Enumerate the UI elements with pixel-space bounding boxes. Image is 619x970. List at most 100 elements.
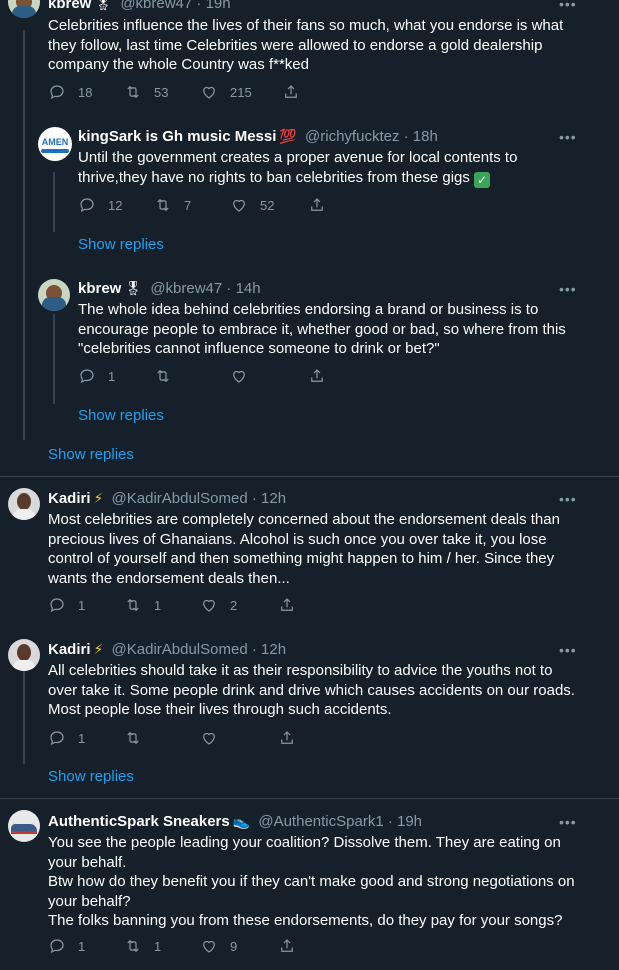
tweet-header: Kadiri ⚡ @KadirAbdulSomed · 12h: [48, 639, 286, 660]
reply-count: 1: [78, 938, 86, 954]
avatar[interactable]: AMEN: [38, 127, 72, 161]
share-button[interactable]: [278, 937, 296, 955]
like-button[interactable]: 52: [230, 196, 308, 214]
tweet-text-line: The folks banning you from these endorse…: [48, 912, 563, 929]
avatar[interactable]: [8, 0, 40, 18]
retweet-button[interactable]: [124, 729, 200, 747]
reply-button[interactable]: 1: [78, 367, 154, 385]
retweet-button[interactable]: 53: [124, 83, 200, 101]
reply-icon: [48, 729, 66, 747]
author-handle[interactable]: @KadirAbdulSomed: [112, 641, 248, 658]
reply-button[interactable]: 12: [78, 196, 154, 214]
tweet-actions: 18 53 215: [48, 83, 300, 101]
share-icon: [308, 196, 326, 214]
author-name[interactable]: kingSark is Gh music Messi: [78, 128, 276, 145]
like-count: 215: [230, 84, 252, 100]
author-name[interactable]: Kadiri: [48, 641, 91, 658]
show-replies-link[interactable]: Show replies: [78, 236, 164, 253]
like-count: 2: [230, 597, 238, 613]
like-button[interactable]: 215: [200, 83, 282, 101]
share-button[interactable]: [278, 596, 296, 614]
like-button[interactable]: [230, 367, 308, 385]
tweet-text: The whole idea behind celebrities endors…: [78, 301, 566, 357]
show-replies-link[interactable]: Show replies: [48, 446, 134, 463]
more-options-icon[interactable]: •••: [559, 814, 577, 830]
reply-icon: [48, 83, 66, 101]
check-mark-icon: ✓: [474, 171, 491, 188]
heart-icon: [200, 729, 218, 747]
author-name[interactable]: kbrew: [78, 280, 121, 297]
dot-separator: ·: [251, 490, 257, 507]
share-button[interactable]: [308, 367, 326, 385]
retweet-count: 1: [154, 938, 162, 954]
avatar[interactable]: [8, 810, 40, 842]
tweet-time[interactable]: 12h: [261, 490, 286, 507]
reply-button[interactable]: 1: [48, 729, 124, 747]
author-handle[interactable]: @kbrew47: [120, 0, 192, 12]
reply-button[interactable]: 1: [48, 596, 124, 614]
show-replies-link[interactable]: Show replies: [78, 407, 164, 424]
reply-count: 12: [108, 197, 123, 213]
tweet-time[interactable]: 19h: [206, 0, 231, 12]
reply-icon: [48, 937, 66, 955]
dot-separator: ·: [387, 813, 393, 830]
author-handle[interactable]: @kbrew47: [150, 280, 222, 297]
avatar[interactable]: [8, 639, 40, 671]
share-icon: [278, 729, 296, 747]
tweet-time[interactable]: 14h: [236, 280, 261, 297]
tweet-time[interactable]: 12h: [261, 641, 286, 658]
retweet-button[interactable]: 7: [154, 196, 230, 214]
tweet-actions: 1: [48, 729, 296, 747]
share-button[interactable]: [308, 196, 326, 214]
more-options-icon[interactable]: •••: [559, 129, 577, 145]
heart-icon: [230, 196, 248, 214]
share-button[interactable]: [278, 729, 296, 747]
retweet-button[interactable]: [154, 367, 230, 385]
avatar[interactable]: [38, 279, 70, 311]
retweet-icon: [124, 83, 142, 101]
like-button[interactable]: 9: [200, 937, 278, 955]
tweet-text-wrap: Until the government creates a proper av…: [78, 148, 548, 188]
tweet-header: kbrew 🎖 @kbrew47 · 14h: [78, 278, 261, 299]
reply-count: 1: [78, 730, 86, 746]
author-handle[interactable]: @richyfucktez: [305, 128, 399, 145]
retweet-button[interactable]: 1: [124, 937, 200, 955]
more-options-icon[interactable]: •••: [559, 0, 577, 12]
lightning-icon: ⚡: [93, 641, 104, 657]
reply-button[interactable]: 18: [48, 83, 124, 101]
more-options-icon[interactable]: •••: [559, 491, 577, 507]
like-button[interactable]: [200, 729, 278, 747]
author-handle[interactable]: @KadirAbdulSomed: [112, 490, 248, 507]
show-replies-link[interactable]: Show replies: [48, 768, 134, 785]
avatar[interactable]: [8, 488, 40, 520]
share-icon: [278, 937, 296, 955]
tweet-text: All celebrities should take it as their …: [48, 662, 575, 718]
tweet-text: Celebrities influence the lives of their…: [48, 17, 564, 73]
author-name[interactable]: AuthenticSpark Sneakers: [48, 813, 230, 830]
dot-separator: ·: [226, 280, 232, 297]
tweet-actions: 12 7 52: [78, 196, 326, 214]
like-button[interactable]: 2: [200, 596, 278, 614]
author-handle[interactable]: @AuthenticSpark1: [258, 813, 383, 830]
hundred-points-icon: 💯: [279, 128, 297, 144]
author-name[interactable]: Kadiri: [48, 490, 91, 507]
retweet-count: 1: [154, 597, 162, 613]
retweet-icon: [154, 196, 172, 214]
reply-icon: [78, 367, 96, 385]
tweet-time[interactable]: 18h: [413, 128, 438, 145]
author-name[interactable]: kbrew: [48, 0, 91, 12]
tweet-time[interactable]: 19h: [397, 813, 422, 830]
retweet-button[interactable]: 1: [124, 596, 200, 614]
dot-separator: ·: [196, 0, 202, 12]
heart-icon: [200, 937, 218, 955]
tweet-header: Kadiri ⚡ @KadirAbdulSomed · 12h: [48, 488, 286, 509]
share-icon: [282, 83, 300, 101]
more-options-icon[interactable]: •••: [559, 281, 577, 297]
share-button[interactable]: [282, 83, 300, 101]
divider: [0, 798, 619, 799]
reply-icon: [48, 596, 66, 614]
retweet-icon: [124, 596, 142, 614]
reply-count: 1: [108, 368, 116, 384]
more-options-icon[interactable]: •••: [559, 642, 577, 658]
reply-button[interactable]: 1: [48, 937, 124, 955]
